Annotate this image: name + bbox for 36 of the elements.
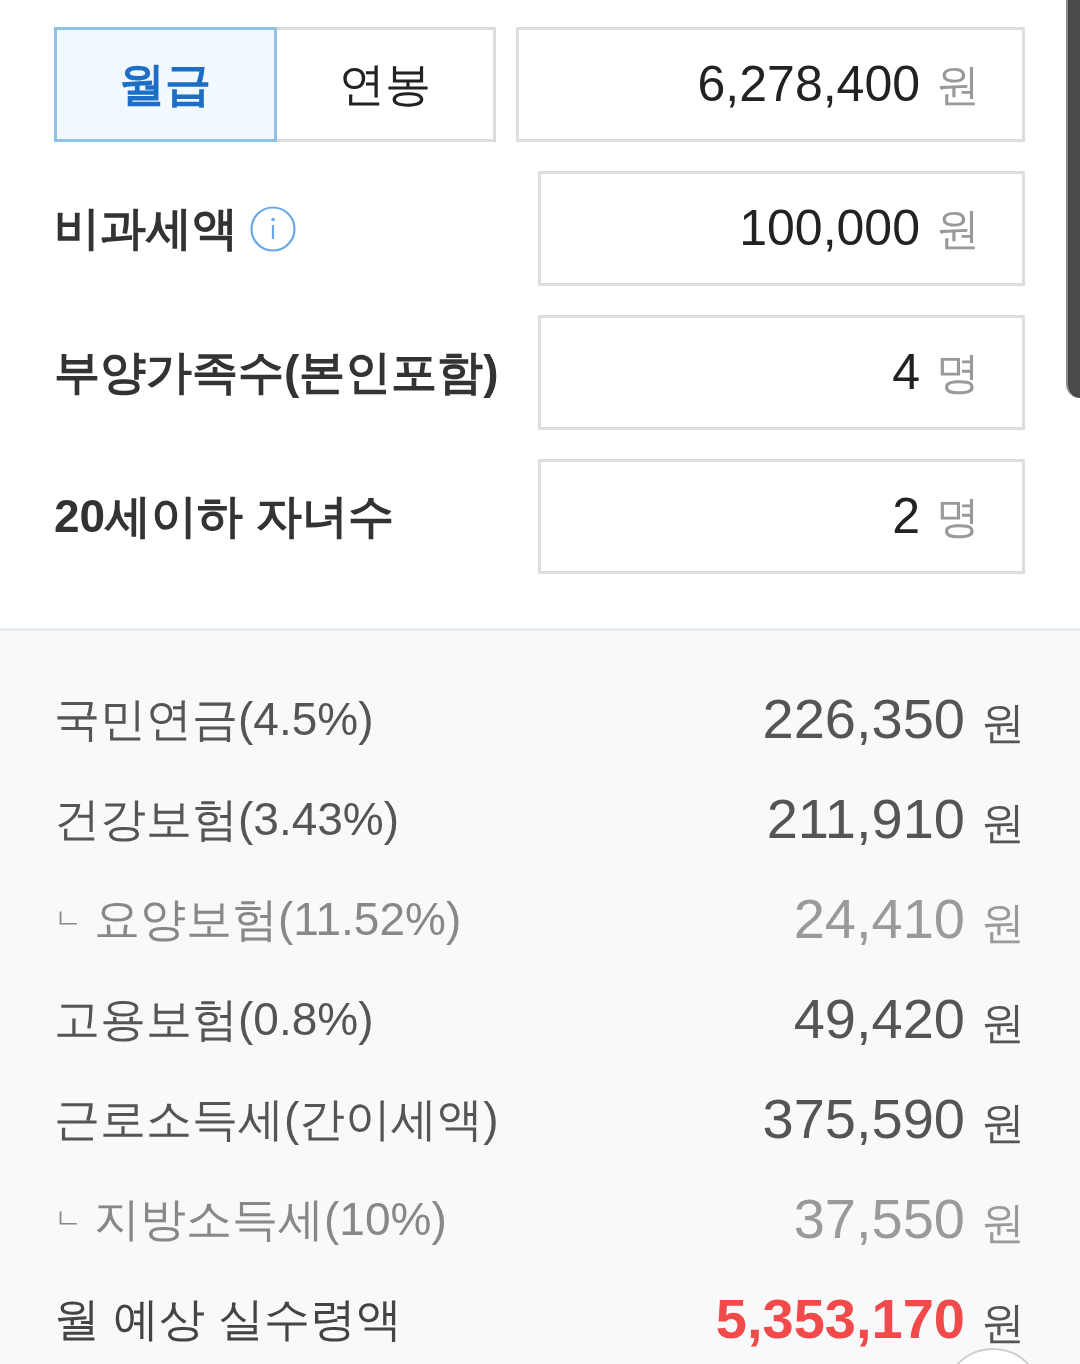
deduction-label: 국민연금(4.5%)	[54, 691, 374, 747]
unit-label: 원	[981, 697, 1025, 749]
field-label: 비과세액	[54, 201, 238, 256]
unit-label: 명	[936, 346, 980, 399]
indent-marker: ㄴ	[54, 1202, 82, 1236]
deduction-amount: 211,910	[766, 786, 965, 852]
amount-field[interactable]: 2 명	[538, 459, 1025, 574]
deduction-label: 건강보험(3.43%)	[54, 791, 400, 847]
indent-marker: ㄴ	[54, 902, 82, 936]
unit-label: 원	[981, 1097, 1025, 1149]
field-label: 20세이하 자녀수	[54, 489, 394, 544]
deduction-amount: 375,590	[762, 1086, 965, 1152]
amount-field[interactable]: 4 명	[538, 315, 1025, 430]
deduction-amount: 49,420	[793, 986, 965, 1052]
unit-label: 원	[981, 997, 1025, 1049]
deduction-label: 지방소득세(10%)	[94, 1191, 447, 1247]
deduction-amount: 24,410	[793, 886, 965, 952]
unit-label: 원	[936, 58, 980, 111]
unit-label: 원	[936, 202, 980, 255]
amount-field[interactable]: 6,278,400 원	[516, 27, 1025, 142]
deduction-amount: 226,350	[762, 686, 965, 752]
deduction-label: 근로소득세(간이세액)	[54, 1091, 499, 1147]
field-label: 부양가족수(본인포함)	[54, 345, 499, 400]
unit-label: 원	[981, 1297, 1025, 1349]
info-icon[interactable]	[250, 205, 296, 252]
total-amount: 5,353,170	[715, 1286, 965, 1352]
pay-type-tab[interactable]: 월급	[54, 27, 277, 142]
deduction-label: 요양보험(11.52%)	[94, 891, 462, 947]
amount-field[interactable]: 100,000 원	[538, 171, 1025, 286]
unit-label: 원	[981, 1197, 1025, 1249]
deduction-label: 고용보험(0.8%)	[54, 991, 374, 1047]
unit-label: 명	[936, 490, 980, 543]
unit-label: 원	[981, 897, 1025, 949]
unit-label: 원	[981, 797, 1025, 849]
total-label: 월 예상 실수령액	[54, 1291, 402, 1347]
deduction-amount: 37,550	[793, 1186, 965, 1252]
